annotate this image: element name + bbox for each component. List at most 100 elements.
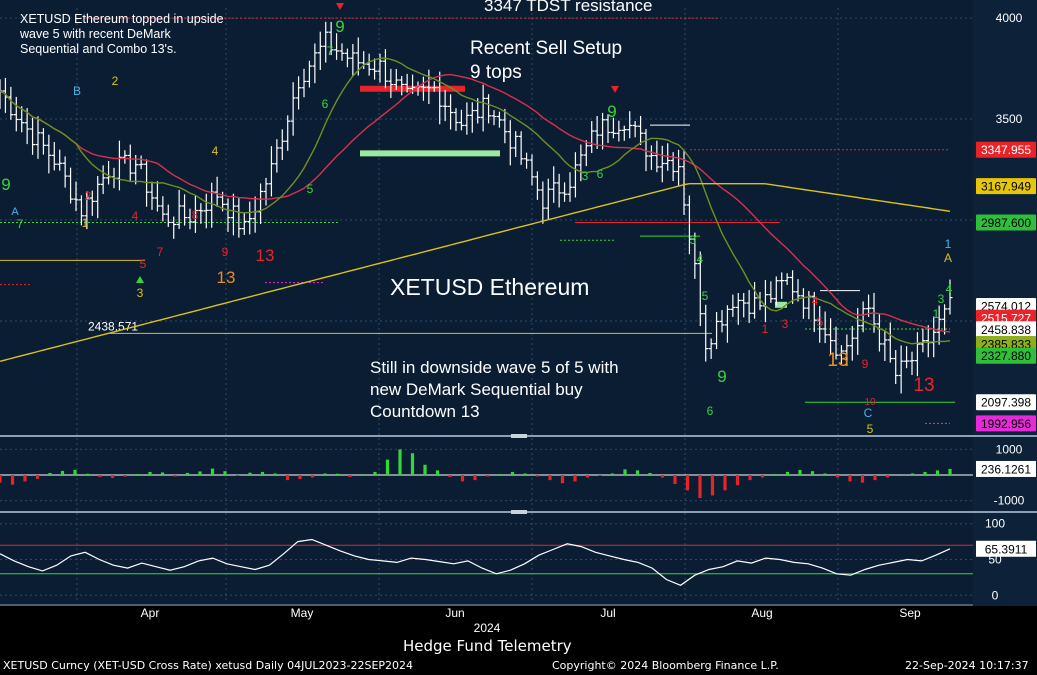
x-tick-label: May <box>291 606 314 620</box>
osc-bar <box>48 472 52 475</box>
osc-bar <box>373 471 377 475</box>
x-tick-label: Jul <box>600 606 615 620</box>
demark-count-label: 3 <box>137 286 144 300</box>
source-label: Hedge Fund Telemetry <box>403 637 572 655</box>
osc-bar <box>98 475 102 478</box>
chart-title: XETUSD Ethereum <box>390 274 590 300</box>
footer-timestamp: 22-Sep-2024 10:17:37 <box>905 659 1029 672</box>
green-support-bar <box>360 150 500 157</box>
demark-count-label: 5 <box>307 182 314 196</box>
demark-count-label: 13 <box>913 375 934 396</box>
osc-bar <box>360 473 365 475</box>
osc-bar <box>773 473 777 475</box>
demark-count-label: 10 <box>864 397 876 408</box>
osc-bar <box>398 449 402 475</box>
osc-bar <box>323 473 327 475</box>
osc-bar <box>735 475 740 486</box>
osc-bar <box>198 471 202 475</box>
osc-bar <box>135 473 140 475</box>
demark-count-label: 3 <box>938 292 945 306</box>
osc-bar <box>923 471 927 475</box>
demark-count-label: C <box>864 406 873 420</box>
demark-count-label: 5 <box>867 422 874 436</box>
level-2438-label: 2438.571 <box>88 319 138 333</box>
osc-bar <box>148 471 152 475</box>
osc-bar <box>423 464 427 475</box>
osc-bar <box>535 475 540 477</box>
rsi-y-tick-label: 0 <box>992 588 999 602</box>
x-tick-label: Aug <box>751 606 772 620</box>
demark-count-label: 7 <box>17 217 24 231</box>
demark-count-label: 4 <box>132 209 139 223</box>
osc-bar <box>798 469 802 475</box>
osc-y-tick-label: 1000 <box>996 442 1023 456</box>
osc-bar <box>498 473 502 475</box>
osc-bar <box>848 475 852 482</box>
osc-bar <box>210 468 215 475</box>
demark-count-label: 4 <box>946 282 953 296</box>
annotation-wave-5: Still in downside wave 5 of 5 with new D… <box>370 358 619 421</box>
demark-count-label: 9 <box>222 245 229 259</box>
osc-bar <box>85 473 90 475</box>
demark-count-label: 7 <box>157 245 164 259</box>
osc-bar <box>0 475 2 483</box>
demark-count-label: 3 <box>782 317 789 331</box>
demark-count-label: 1 <box>933 307 940 321</box>
demark-count-label: 4 <box>812 294 819 308</box>
osc-bar <box>60 470 65 475</box>
demark-count-label: 8 <box>192 208 199 222</box>
osc-bar <box>385 459 390 475</box>
osc-bar <box>185 472 190 475</box>
osc-bar <box>598 475 602 476</box>
osc-bar <box>898 475 902 476</box>
demark-count-label: 4 <box>212 144 219 158</box>
demark-count-label: 9 <box>335 17 344 36</box>
price-tag-label: 3167.949 <box>981 180 1031 194</box>
osc-bar <box>710 475 715 496</box>
osc-bar <box>123 475 127 477</box>
osc-bar <box>348 475 352 478</box>
osc-bar <box>73 469 77 475</box>
demark-count-label: 3 <box>582 169 589 183</box>
demark-count-label: 6 <box>597 167 604 181</box>
annotation-top-left: XETUSD Ethereum topped in upside wave 5 … <box>20 12 224 56</box>
osc-bar <box>273 473 277 475</box>
osc-bar <box>310 475 315 478</box>
osc-bar <box>448 475 452 478</box>
osc-bar <box>623 469 627 475</box>
osc-bar <box>510 471 515 475</box>
x-tick-label: Apr <box>141 606 160 620</box>
osc-bar <box>523 473 527 475</box>
price-tag-label: 1992.956 <box>981 417 1031 431</box>
demark-count-label: 13 <box>217 268 236 287</box>
osc-bar <box>435 470 440 475</box>
osc-bar <box>560 475 565 484</box>
osc-bar <box>460 475 465 482</box>
chart-window: 2500300035004000AprMayJunJulAugSep202424… <box>0 0 1037 675</box>
osc-bar <box>948 468 952 475</box>
osc-bar <box>760 475 765 478</box>
chart-canvas: 2500300035004000AprMayJunJulAugSep202424… <box>0 0 1037 675</box>
osc-bar <box>548 475 552 481</box>
price-tag-label: 2987.600 <box>981 216 1031 230</box>
osc-bar <box>235 475 240 477</box>
panel-divider-1-handle <box>511 434 527 438</box>
osc-bar <box>860 475 865 483</box>
price-tag-label: 2458.838 <box>981 323 1031 337</box>
osc-bar <box>298 475 302 480</box>
osc-bar <box>698 475 702 499</box>
osc-bar <box>35 475 40 479</box>
demark-count-label: 9 <box>717 367 726 386</box>
osc-bar <box>673 475 677 484</box>
osc-bar <box>610 473 615 475</box>
price-tag-label: 2327.880 <box>981 349 1031 363</box>
demark-count-label: 5 <box>140 257 147 271</box>
x-tick-label: Jun <box>445 606 464 620</box>
rsi-last-value-label: 65.3911 <box>985 542 1028 556</box>
demark-count-label: 9 <box>1 175 10 194</box>
demark-count-label: 13 <box>256 246 275 265</box>
osc-bar <box>10 475 15 485</box>
osc-bar <box>248 472 252 475</box>
price-tag-label: 2097.398 <box>981 396 1031 410</box>
osc-bar <box>810 471 815 475</box>
